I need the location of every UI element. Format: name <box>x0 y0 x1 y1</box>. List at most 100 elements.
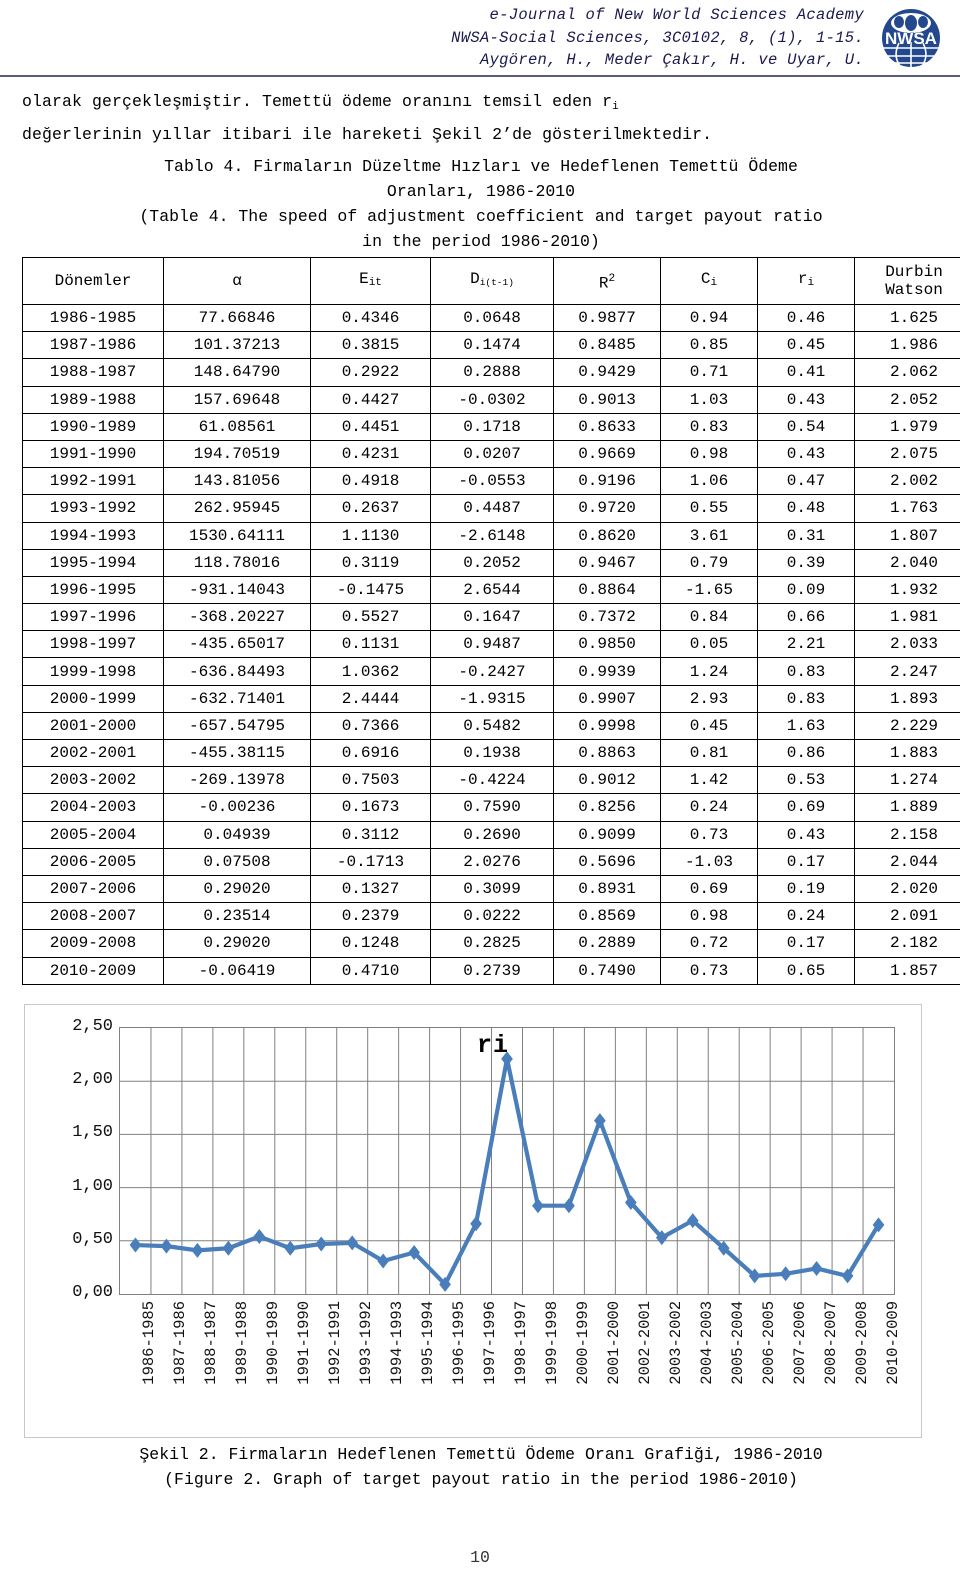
table-cell-period: 2001-2000 <box>22 711 164 741</box>
x-axis-tick-label: 2008-2007 <box>821 1301 840 1385</box>
x-axis-labels: 1986-1985 1987-1986 1988-1987 1989-1988 1990… <box>119 1297 901 1435</box>
table-cell: 0.2637 <box>310 494 431 523</box>
table-cell: 0.48 <box>757 494 855 523</box>
table-cell: 0.39 <box>757 548 855 577</box>
table-cell: 0.7372 <box>553 603 661 632</box>
table-cell: -0.0553 <box>430 467 554 496</box>
x-axis-tick-label: 2006-2005 <box>759 1301 778 1385</box>
table-cell: -0.0302 <box>430 385 554 414</box>
figure-caption-en: (Figure 2. Graph of target payout ratio … <box>164 1470 798 1489</box>
x-axis-tick-label: 1995-1994 <box>419 1301 438 1385</box>
data-point-marker <box>346 1235 359 1251</box>
y-axis-labels: 2,50 2,00 1,50 1,00 0,50 0,00 <box>25 1005 117 1301</box>
table-cell: 0.45 <box>660 711 758 741</box>
x-axis-tick-label: 1999-1998 <box>542 1301 561 1385</box>
table-cell: 0.55 <box>660 494 758 523</box>
table-row: 2000-1999 -632.71401 2.4444 -1.9315 0.9907 2.… <box>22 684 960 713</box>
table-cell: 0.1647 <box>430 603 554 632</box>
table-cell: 0.8569 <box>553 902 661 931</box>
table-cell: 118.78016 <box>163 548 311 577</box>
svg-text:NWSA: NWSA <box>885 29 937 48</box>
results-table: Dönemler α Eit Di(t-1) R2 Ci ri Durbin Wa… <box>22 257 960 985</box>
table-cell: 0.8931 <box>553 874 661 904</box>
table-cell: 0.17 <box>757 929 855 958</box>
table-cell: 0.17 <box>757 847 855 876</box>
table-caption: Tablo 4. Firmaların Düzeltme Hızları ve … <box>22 154 940 254</box>
table-cell-period: 1991-1990 <box>22 439 164 469</box>
table-cell: 0.4918 <box>310 467 431 496</box>
table-cell: 0.19 <box>757 874 855 904</box>
table-row: 2004-2003 -0.00236 0.1673 0.7590 0.8256 0.24 0… <box>22 793 960 822</box>
table-cell: 0.43 <box>757 385 855 414</box>
table-cell: 77.66846 <box>163 303 311 333</box>
table-cell: 0.3815 <box>310 331 431 360</box>
table-row: 1998-1997 -435.65017 0.1131 0.9487 0.9850 0.0… <box>22 630 960 659</box>
table-row: 1988-1987 148.64790 0.2922 0.2888 0.9429 0.71… <box>22 358 960 387</box>
table-cell: 2.0276 <box>430 847 554 876</box>
table-cell-period: 1992-1991 <box>22 467 164 496</box>
table-cell: 2.075 <box>854 439 960 469</box>
document-content: olarak gerçekleşmiştir. Temettü ödeme or… <box>22 88 960 985</box>
table-cell: 0.66 <box>757 603 855 632</box>
journal-header-text: e-Journal of New World Sciences Academy … <box>451 4 864 72</box>
table-cell: 0.4346 <box>310 303 431 333</box>
table-cell: 101.37213 <box>163 331 311 360</box>
table-cell: 1.274 <box>854 766 960 795</box>
table-cell: 0.73 <box>660 820 758 849</box>
table-cell: 0.1673 <box>310 793 431 822</box>
col-header-r2: R2 <box>553 257 661 305</box>
table-cell: 0.9487 <box>430 630 554 659</box>
table-cell: 0.8633 <box>553 412 661 441</box>
table-cell: 0.9998 <box>553 711 661 741</box>
table-cell: 0.53 <box>757 766 855 795</box>
table-row: 2005-2004 0.04939 0.3112 0.2690 0.9099 0.73 0.… <box>22 820 960 849</box>
table-cell: 0.72 <box>660 929 758 958</box>
table-cell: 0.4427 <box>310 385 431 414</box>
table-cell: 2.020 <box>854 874 960 904</box>
table-cell: 1.0362 <box>310 657 431 686</box>
table-cell: 0.98 <box>660 902 758 931</box>
table-cell: 0.1327 <box>310 874 431 904</box>
x-axis-tick-label: 2003-2002 <box>666 1301 685 1385</box>
table-cell: -636.84493 <box>163 657 311 686</box>
table-cell: 0.43 <box>757 439 855 469</box>
table-cell: 0.2052 <box>430 548 554 577</box>
table-cell: 1.932 <box>854 575 960 605</box>
table-cell-period: 1995-1994 <box>22 548 164 577</box>
table-cell: 0.85 <box>660 331 758 360</box>
table-cell-period: 2005-2004 <box>22 820 164 849</box>
table-cell: 0.7490 <box>553 956 661 985</box>
table-cell: 0.81 <box>660 738 758 768</box>
table-cell: -1.9315 <box>430 684 554 713</box>
table-cell: 0.2889 <box>553 929 661 958</box>
table-cell: 1.763 <box>854 494 960 523</box>
series-line-ri <box>133 1056 881 1287</box>
table-cell: 0.1718 <box>430 412 554 441</box>
table-cell: -1.03 <box>660 847 758 876</box>
table-cell: 1.63 <box>757 711 855 741</box>
y-axis-tick-label: 1,00 <box>72 1176 113 1196</box>
table-row: 1996-1995 -931.14043 -0.1475 2.6544 0.8864 -1… <box>22 575 960 605</box>
table-cell: 0.9669 <box>553 439 661 469</box>
table-cell: 0.6916 <box>310 738 431 768</box>
table-header-row: Dönemler α Eit Di(t-1) R2 Ci ri Durbin Wa… <box>22 257 960 305</box>
table-cell: 1530.64111 <box>163 521 311 550</box>
data-point-marker <box>532 1198 544 1214</box>
y-axis-tick-label: 2,00 <box>72 1070 113 1090</box>
table-cell: 1.979 <box>854 412 960 441</box>
table-cell-period: 1993-1992 <box>22 494 164 523</box>
table-cell: -632.71401 <box>163 684 311 713</box>
table-cell: 0.9877 <box>553 303 661 333</box>
table-cell: -455.38115 <box>163 738 311 768</box>
table-cell: 0.84 <box>660 603 758 632</box>
table-cell: 2.040 <box>854 548 960 577</box>
chart-svg <box>120 1028 894 1294</box>
table-cell: 1.857 <box>854 956 960 985</box>
table-cell: 0.7590 <box>430 793 554 822</box>
table-cell-period: 2007-2006 <box>22 874 164 904</box>
table-cell: 2.002 <box>854 467 960 496</box>
table-cell-period: 2004-2003 <box>22 793 164 822</box>
table-caption-en-line2: in the period 1986-2010) <box>362 232 600 251</box>
x-axis-tick-label: 1986-1985 <box>140 1301 159 1385</box>
table-cell: 0.9196 <box>553 467 661 496</box>
